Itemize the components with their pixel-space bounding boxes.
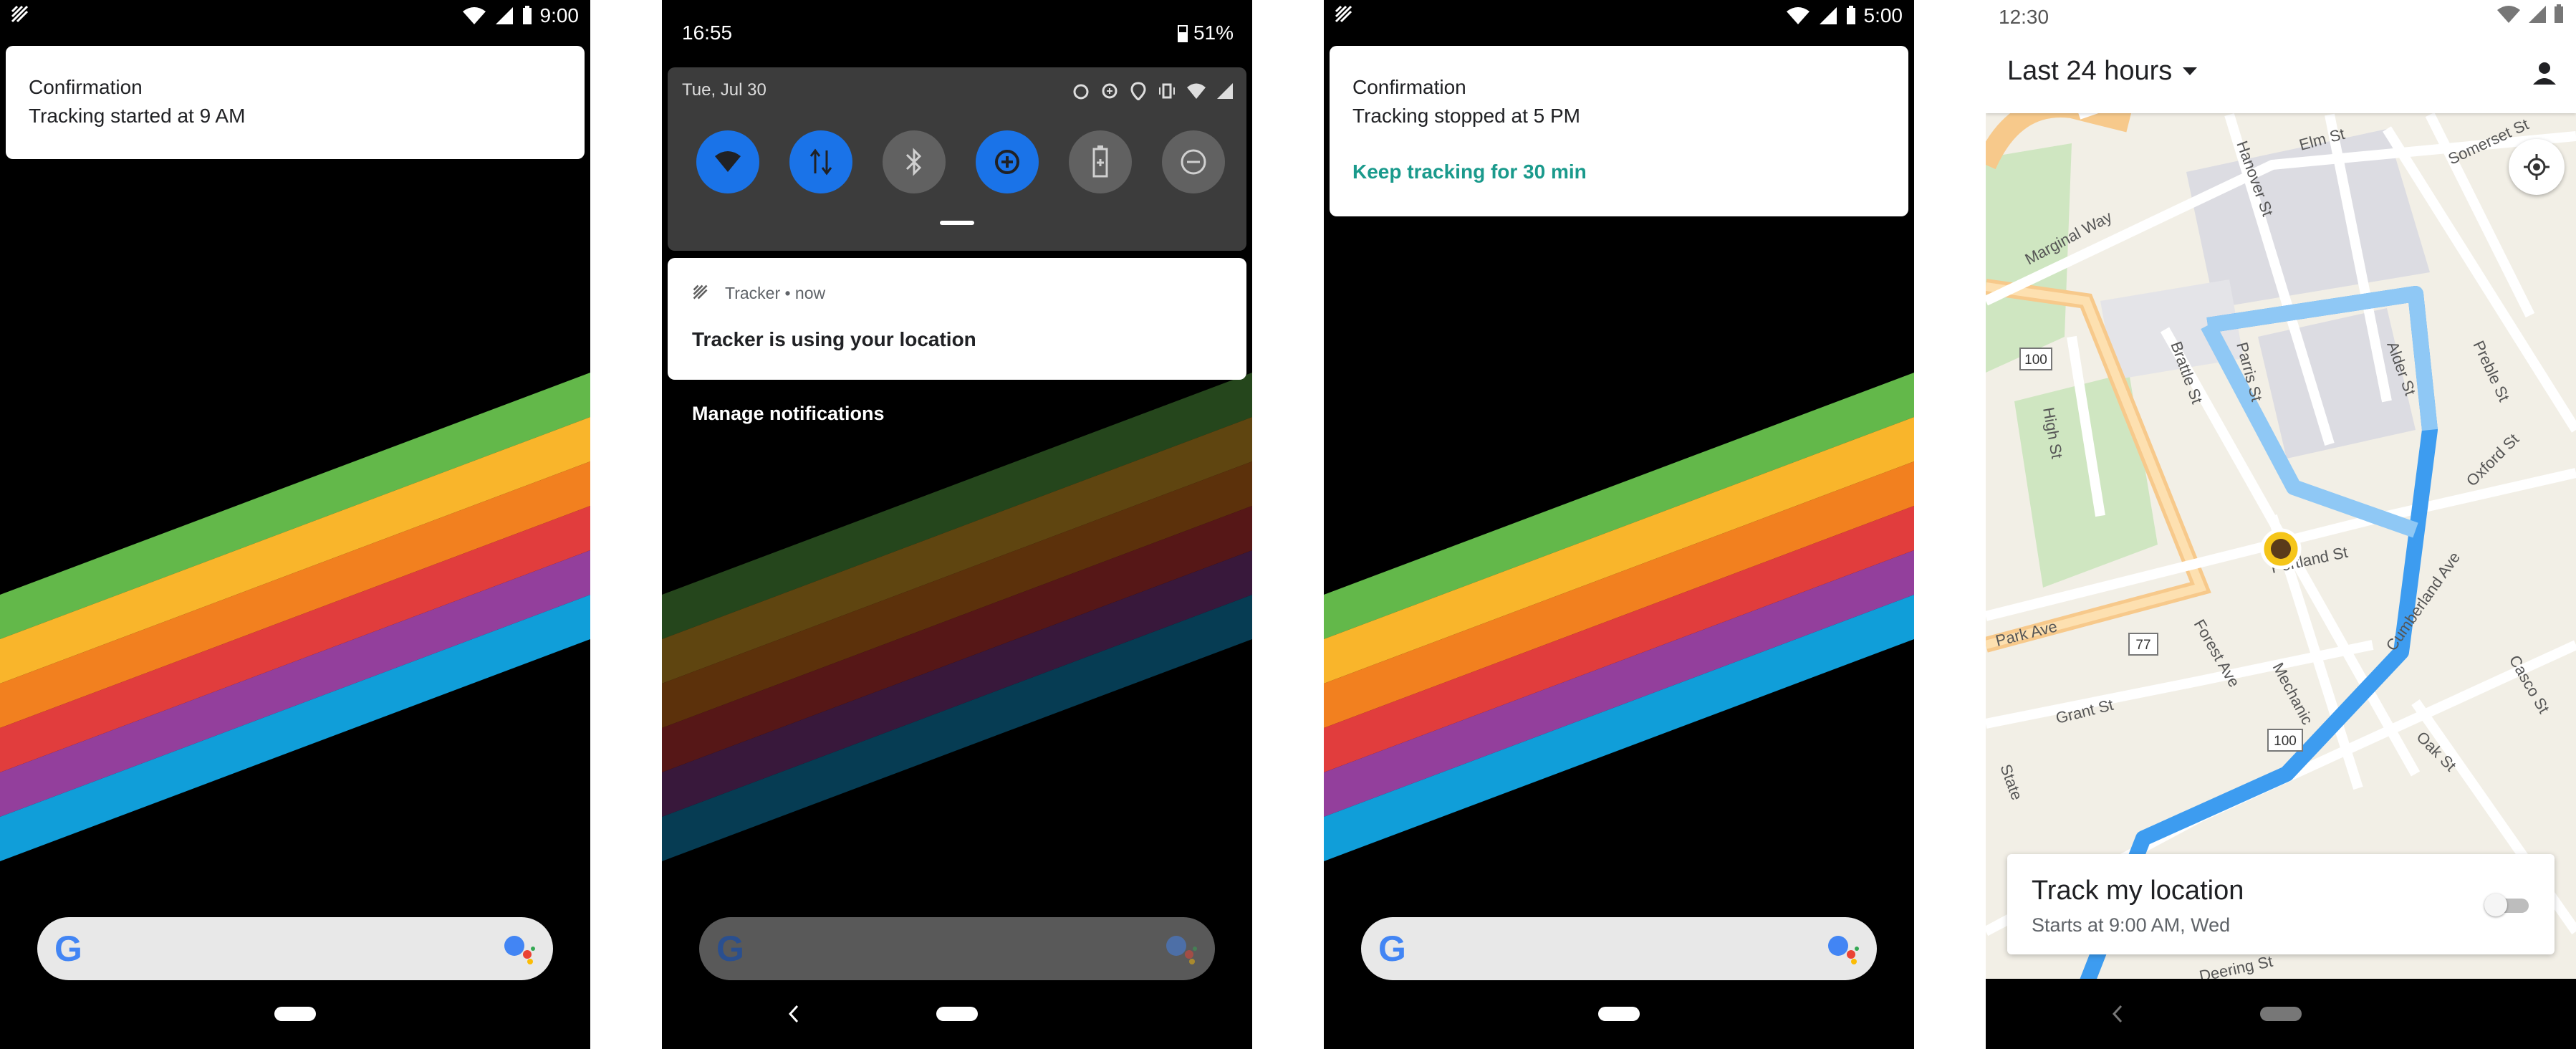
wifi-icon [1187, 83, 1206, 99]
status-time: 16:55 [682, 21, 733, 44]
route-shield: 100 [2267, 729, 2303, 752]
my-location-icon [2524, 154, 2549, 180]
battery-percent: 51% [1193, 21, 1234, 44]
qs-dnd-toggle[interactable] [1162, 130, 1225, 193]
track-card-subtitle: Starts at 9:00 AM, Wed [2032, 914, 2231, 936]
status-time: 12:30 [1999, 6, 2049, 28]
location-icon [1130, 82, 1146, 100]
dropdown-arrow-icon [2183, 67, 2198, 75]
track-location-card: Track my location Starts at 9:00 AM, Wed [2007, 854, 2555, 954]
data-saver-icon [1102, 83, 1118, 99]
rainbow-wallpaper [0, 373, 590, 861]
route-shield: 77 [2128, 633, 2158, 656]
quick-settings-panel: Tue, Jul 30 [668, 67, 1246, 251]
manage-notifications-button[interactable]: Manage notifications [692, 403, 885, 425]
track-location-toggle[interactable] [2484, 894, 2530, 916]
svg-text:100: 100 [2024, 353, 2047, 368]
time-range-dropdown[interactable]: Last 24 hours [2007, 56, 2198, 87]
status-bar: 16:55 51% [662, 0, 1252, 44]
track-card-title: Track my location [2032, 876, 2244, 906]
route-shield: 100 [2019, 348, 2052, 370]
battery-icon [2555, 4, 2563, 23]
tracker-app-icon [693, 284, 708, 300]
phone-screen-4: 100 77 100 Marginal Way Elm St Somerset … [1986, 0, 2576, 1049]
google-g-icon: G [1378, 929, 1406, 969]
battery-saver-icon [1092, 145, 1108, 178]
account-icon[interactable] [2530, 59, 2559, 87]
data-arrows-icon [809, 148, 832, 176]
google-g-icon: G [54, 929, 82, 969]
qs-wifi-toggle[interactable] [696, 130, 759, 193]
phone-screen-3: 5:00 Confirmation Tracking stopped at 5 … [1324, 0, 1914, 1049]
back-button[interactable] [787, 1003, 801, 1025]
qs-bluetooth-toggle[interactable] [883, 130, 946, 193]
home-button[interactable] [274, 1007, 316, 1021]
qs-data-saver-toggle[interactable] [976, 130, 1039, 193]
assistant-icon[interactable] [1163, 931, 1199, 967]
home-button[interactable] [2260, 1007, 2302, 1021]
assistant-icon[interactable] [1825, 931, 1861, 967]
back-button[interactable] [2110, 1003, 2125, 1025]
qs-drag-handle[interactable] [940, 221, 974, 225]
signal-icon [2529, 6, 2546, 23]
phone-screen-2: 16:55 51% Tue, Jul 30 Tracker • now Trac… [662, 0, 1252, 1049]
alarm-icon [1073, 84, 1089, 100]
home-button[interactable] [936, 1007, 978, 1021]
assistant-icon[interactable] [501, 931, 537, 967]
vibrate-icon [1159, 83, 1175, 99]
wifi-icon [2497, 6, 2520, 23]
time-range-label: Last 24 hours [2007, 56, 2173, 86]
svg-text:77: 77 [2135, 638, 2150, 653]
svg-text:100: 100 [2274, 734, 2297, 749]
wifi-icon [715, 151, 741, 172]
google-search-bar[interactable]: G [37, 917, 553, 980]
google-g-icon: G [716, 929, 744, 969]
my-location-button[interactable] [2509, 139, 2565, 195]
signal-icon [1217, 83, 1233, 99]
battery-icon [1177, 25, 1188, 42]
notification-card[interactable]: Tracker • now Tracker is using your loca… [668, 258, 1246, 380]
do-not-disturb-icon [1181, 149, 1206, 175]
data-saver-icon [995, 150, 1019, 174]
rainbow-wallpaper [1324, 373, 1914, 861]
notification-body: Tracker is using your location [692, 328, 976, 350]
google-search-bar[interactable]: G [699, 917, 1215, 980]
top-app-bar: 12:30 Last 24 hours [1986, 0, 2576, 113]
qs-mobile-data-toggle[interactable] [789, 130, 852, 193]
qs-date: Tue, Jul 30 [682, 80, 766, 100]
qs-battery-saver-toggle[interactable] [1069, 130, 1132, 193]
notification-app-name: Tracker • now [725, 284, 826, 302]
phone-screen-1: 9:00 Confirmation Tracking started at 9 … [0, 0, 590, 1049]
home-button[interactable] [1598, 1007, 1640, 1021]
navigation-bar [1986, 979, 2576, 1049]
google-search-bar[interactable]: G [1361, 917, 1877, 980]
bluetooth-icon [905, 148, 922, 176]
